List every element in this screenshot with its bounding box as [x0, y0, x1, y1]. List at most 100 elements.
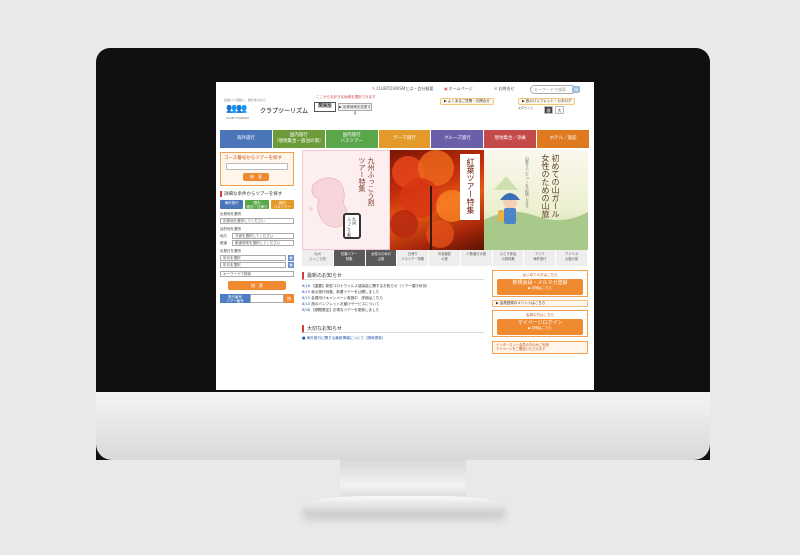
faq-link[interactable]: ▶ よくあるご質問・お問合せ	[440, 98, 494, 105]
news-text: 【期間限定】お得なツアーを更新しました	[311, 308, 380, 312]
calendar-icon[interactable]: ▦	[288, 255, 294, 261]
date-label: 出発日を選択	[220, 249, 241, 253]
nav-item[interactable]: クルーズ旅行	[431, 130, 485, 148]
kyushu-banner[interactable]: 九州ふっこう割 ツアー特集 九州 ふっこう割	[302, 150, 390, 250]
hiker-illustration	[484, 176, 588, 250]
search-tab[interactable]: 国内 宿泊・日帰り	[245, 200, 269, 209]
tour-number-label: 旅行番号 ツアー番号	[220, 294, 250, 303]
nav-item[interactable]: 国内旅行 （現地集合・宿泊の旅）	[272, 130, 326, 148]
news-text: 旅のパンフレットお届けサービスについて	[311, 302, 380, 306]
login-detail-link[interactable]: ▶ 詳細はこちら	[497, 326, 583, 331]
new-member-detail-link[interactable]: ▶ 詳細はこちら	[497, 286, 583, 291]
news-text: 【重要】新型コロナウイルス感染症に関するお知らせ（ツアー運行状況）	[311, 284, 430, 288]
logo-icon[interactable]: 👥👥	[226, 104, 247, 114]
monitor-chin	[96, 392, 710, 460]
site-search-input[interactable]: キーワードで検索	[530, 85, 576, 94]
news-list: 8/18 【重要】新型コロナウイルス感染症に関するお知らせ（ツアー運行状況） 8/…	[302, 283, 484, 313]
tour-number-search-button[interactable]: 検	[284, 294, 294, 303]
important-list: ■ 海外旅行に関する最新情報について（随時更新）	[302, 336, 484, 341]
mountain-girl-subtitle: 山登りデビューを応援します	[525, 156, 530, 208]
news-date: 8/18	[302, 284, 311, 288]
autumn-leaves-banner[interactable]: 紅葉ツアー特集	[390, 150, 484, 250]
search-tabs: 海外旅行 国内 宿泊・日帰り 国内 バスツアー	[220, 200, 294, 209]
brochure-link[interactable]: ▶ 旅のパンフレット・カタログ	[518, 98, 576, 105]
region-catchcopy: ここからお好きな地域を選択できます	[316, 95, 376, 99]
banner-thumbnail[interactable]: 九州 ふっこう割	[302, 250, 334, 266]
banner-thumbnail[interactable]: アメリカ 大陸の旅	[556, 250, 589, 266]
kyushu-badge: 九州 ふっこう割	[343, 213, 361, 239]
autumn-title-panel: 紅葉ツアー特集	[460, 154, 480, 220]
nav-item[interactable]: 海外旅行	[220, 130, 273, 148]
login-box: 会員の方はこちら マイページログイン ▶ 詳細はこちら	[492, 310, 588, 337]
news-date: 8/08	[302, 308, 311, 312]
region-label: 関東版	[314, 102, 336, 112]
banner-thumbnail[interactable]: アジア 海外旅行	[524, 250, 557, 266]
font-size-label: 文字サイズ	[518, 106, 533, 110]
news-text: 秋の旅行特集、新着ツアーを公開しました	[311, 290, 380, 294]
banner-thumbnails: 九州 ふっこう割 紅葉ツアー 特集 女性のための 山旅 日帰り バスツアー特集 写真撮影…	[302, 250, 589, 266]
search-sidebar: コース番号からツアーを探す 検 索 詳細な条件からツアーを探す 海外旅行 国内 宿…	[220, 152, 294, 303]
detail-search-title: 詳細な条件からツアーを探す	[220, 191, 294, 197]
keyword-input[interactable]: キーワードで検索	[220, 271, 294, 277]
mypage-login-button[interactable]: マイページログイン ▶ 詳細はこちら	[497, 319, 583, 335]
region-mini-label: 地方	[220, 233, 227, 238]
logo-subtext: CLUB TOURISM	[226, 116, 249, 120]
about-link[interactable]: ✎CLUBTOURISMとは・会社概要	[372, 86, 433, 94]
news-text: 会員向けキャンペーン実施中 詳細はこちら	[311, 296, 383, 300]
news-title: 最新のお知らせ	[302, 272, 484, 280]
banner-thumbnail[interactable]: 日帰り バスツアー特集	[397, 250, 430, 266]
news-section: 最新のお知らせ 8/18 【重要】新型コロナウイルス感染症に関するお知らせ（ツア…	[302, 272, 484, 341]
prefecture-mini-label: 都道	[220, 240, 227, 245]
important-item[interactable]: ■ 海外旅行に関する最新情報について（随時更新）	[302, 336, 484, 341]
search-tab[interactable]: 国内 バスツアー	[270, 200, 294, 209]
news-date: 8/12	[302, 296, 311, 300]
banner-thumbnail[interactable]: 女性のための 山旅	[365, 250, 398, 266]
region-change-button[interactable]: ▶ 出発地域を変更する	[338, 103, 372, 115]
tour-code-input[interactable]	[226, 163, 288, 170]
login-caption: 会員の方はこちら	[526, 313, 554, 317]
nav-item[interactable]: テーマ旅行	[378, 130, 432, 148]
banner-thumbnail[interactable]: 少数催行の旅	[460, 250, 493, 266]
departure-label: 出発地を選択	[220, 212, 241, 216]
font-size-large-button[interactable]: 大	[555, 106, 564, 114]
nav-item[interactable]: 現地集合／添乗	[484, 130, 538, 148]
tour-code-search-button[interactable]: 検 索	[243, 173, 269, 181]
news-item[interactable]: 8/08 【期間限定】お得なツアーを更新しました	[302, 307, 484, 313]
inquiry-link[interactable]: ✉お問合せ	[494, 86, 514, 94]
tour-number-input[interactable]	[250, 294, 284, 303]
nav-item[interactable]: ホテル／旅館	[537, 130, 591, 148]
date-to-select[interactable]: 年月を選択	[220, 262, 286, 268]
member-panel: はじめての方はこちら 新規会員・メルマガ登録 ▶ 詳細はこちら ▶ 会員登録のメ…	[492, 270, 588, 354]
member-merit-link[interactable]: ▶ 会員登録のメリットはこちら	[492, 300, 588, 307]
monitor-base	[302, 496, 506, 514]
destination-label: 目的地を選択	[220, 227, 241, 231]
search-tab[interactable]: 海外旅行	[220, 200, 244, 209]
font-size-standard-button[interactable]: 標準	[544, 106, 553, 120]
tour-code-search-box: コース番号からツアーを探す 検 索	[220, 152, 294, 186]
screen: ✎CLUBTOURISMとは・会社概要 ▣ホームページ ✉お問合せ キーワードで…	[216, 82, 594, 390]
mountain-girl-title: 初めての山ガール 女性のための山旅	[541, 154, 560, 218]
new-member-caption: はじめての方はこちら	[522, 273, 558, 277]
mountain-girl-banner[interactable]: 初めての山ガール 女性のための山旅 山登りデビューを応援します	[484, 150, 588, 250]
news-date: 8/15	[302, 290, 311, 294]
calendar-icon[interactable]: ▦	[288, 262, 294, 268]
new-member-button[interactable]: 新規会員・メルマガ登録 ▶ 詳細はこちら	[497, 279, 583, 295]
prefecture-select[interactable]: 都道府県を選択してください	[232, 240, 294, 246]
new-member-box: はじめての方はこちら 新規会員・メルマガ登録 ▶ 詳細はこちら	[492, 270, 588, 297]
date-from-select[interactable]: 年月を選択	[220, 255, 286, 261]
departure-select[interactable]: 出発地を選択してください	[220, 218, 294, 224]
banner-thumbnail[interactable]: 写真撮影 の旅	[429, 250, 461, 266]
detail-search-button[interactable]: 検 索	[228, 281, 286, 290]
region-select[interactable]: 方面を選択してください	[232, 233, 294, 239]
homepage-link[interactable]: ▣ホームページ	[444, 86, 473, 94]
member-note: インターネット会員の方のみご利用 マイページをご確認いただけます	[492, 341, 588, 354]
logo-tagline: 出会いと感動と、旅があるから	[224, 98, 266, 102]
nav-item[interactable]: 国内旅行 バスツアー	[325, 130, 379, 148]
logo-text[interactable]: クラブツーリズム	[260, 106, 308, 115]
important-title: 大切なお知らせ	[302, 325, 484, 333]
news-date: 8/10	[302, 302, 311, 306]
site-search-button[interactable]: 検	[572, 86, 580, 93]
banner-thumbnail[interactable]: ひとり参加 の旅特集	[492, 250, 525, 266]
banner-thumbnail[interactable]: 紅葉ツアー 特集	[333, 250, 366, 266]
tour-code-search-title: コース番号からツアーを探す	[224, 156, 283, 161]
